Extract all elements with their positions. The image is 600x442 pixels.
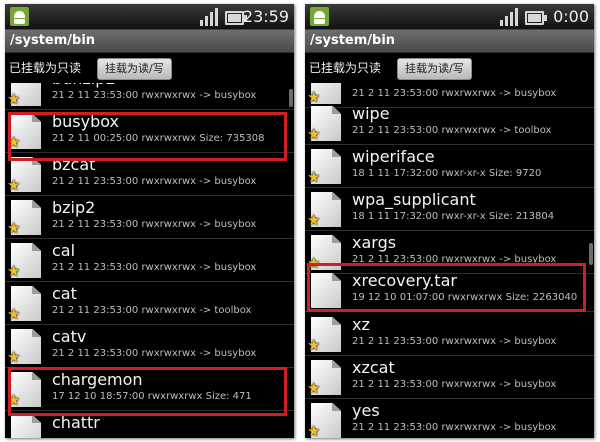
star-badge-icon: ★ (7, 262, 21, 280)
file-name: xz (352, 315, 370, 334)
file-meta: 18 1 11 17:32:00 rwxr-xr-x Size: 9720 (352, 168, 542, 179)
file-meta: 21 2 11 23:53:00 rwxrwxrwx -> busybox (52, 90, 257, 101)
status-bar: 0:00 (305, 4, 594, 30)
status-clock: 0:00 (553, 7, 589, 26)
highlight-box-chargemon (8, 367, 287, 416)
star-badge-icon: ★ (307, 168, 321, 186)
scrollbar[interactable] (289, 89, 293, 107)
file-name: chattr (52, 413, 100, 432)
android-icon (10, 7, 29, 26)
phone-screen-right: 0:00 /system/bin 已挂载为只读 挂载为读/写 ★ 21 2 11… (305, 4, 594, 438)
list-item[interactable]: ★ yes 21 2 11 23:53:00 rwxrwxrwx -> busy… (305, 399, 594, 438)
star-badge-icon: ★ (307, 125, 321, 143)
star-badge-icon: ★ (307, 422, 321, 438)
list-item[interactable]: ★ bzip2 21 2 11 23:53:00 rwxrwxrwx -> bu… (5, 196, 294, 239)
file-name: bzip2 (52, 198, 96, 217)
star-badge-icon: ★ (7, 90, 21, 108)
list-item[interactable]: ★ catv 21 2 11 23:53:00 rwxrwxrwx -> bus… (5, 325, 294, 368)
file-name: catv (52, 327, 87, 346)
status-bar: 23:59 (5, 4, 294, 30)
list-item[interactable]: ★ wipe 21 2 11 23:53:00 rwxrwxrwx -> too… (305, 102, 594, 145)
star-badge-icon: ★ (307, 336, 321, 354)
file-meta: 21 2 11 23:53:00 rwxrwxrwx -> busybox (352, 422, 557, 433)
mount-status-label: 已挂载为只读 (309, 61, 382, 75)
mount-rw-button[interactable]: 挂载为读/写 (397, 58, 472, 80)
star-badge-icon: ★ (307, 379, 321, 397)
star-badge-icon: ★ (7, 176, 21, 194)
file-name: xargs (352, 233, 397, 252)
file-name: yes (352, 401, 380, 420)
scrollbar[interactable] (589, 243, 593, 265)
mount-bar: 已挂载为只读 挂载为读/写 (5, 53, 294, 83)
star-badge-icon: ★ (307, 211, 321, 229)
battery-icon (525, 11, 547, 25)
list-item[interactable]: ★ xz 21 2 11 23:53:00 rwxrwxrwx -> busyb… (305, 313, 594, 356)
list-item[interactable]: ★ bunzip2 21 2 11 23:53:00 rwxrwxrwx -> … (5, 83, 294, 110)
path-bar: /system/bin (5, 30, 294, 53)
phone-screen-left: 23:59 /system/bin 已挂载为只读 挂载为读/写 ★ bunzip… (5, 4, 294, 438)
mount-bar: 已挂载为只读 挂载为读/写 (305, 53, 594, 83)
star-badge-icon: ★ (7, 348, 21, 366)
file-meta: 21 2 11 23:53:00 rwxrwxrwx -> busybox (352, 336, 557, 347)
mount-rw-button[interactable]: 挂载为读/写 (97, 58, 172, 80)
file-meta: 21 2 11 23:53:00 rwxrwxrwx -> busybox (52, 219, 257, 230)
file-name: cal (52, 241, 76, 260)
file-meta: 21 2 11 23:53:00 rwxrwxrwx -> busybox (52, 348, 257, 359)
highlight-box-xrecovery (307, 263, 586, 312)
file-meta: 21 2 11 23:53:00 rwxrwxrwx -> busybox (352, 379, 557, 390)
mount-status-label: 已挂载为只读 (9, 61, 82, 75)
android-icon (310, 7, 329, 26)
file-name: xzcat (352, 358, 395, 377)
file-meta: 21 2 11 23:53:00 rwxrwxrwx -> toolbox (352, 125, 552, 136)
file-name: wipe (352, 104, 390, 123)
list-item[interactable]: ★ xzcat 21 2 11 23:53:00 rwxrwxrwx -> bu… (305, 356, 594, 399)
status-clock: 23:59 (242, 7, 289, 26)
file-name: wpa_supplicant (352, 190, 476, 209)
signal-icon (500, 8, 520, 26)
list-item[interactable]: ★ cal 21 2 11 23:53:00 rwxrwxrwx -> busy… (5, 239, 294, 282)
list-item[interactable]: ★ wiperiface 18 1 11 17:32:00 rwxr-xr-x … (305, 145, 594, 188)
file-meta: 21 2 11 23:53:00 rwxrwxrwx -> busybox (52, 176, 257, 187)
file-meta: 21 2 11 23:53:00 rwxrwxrwx -> busybox (52, 262, 257, 273)
file-meta: 21 2 11 23:53:00 rwxrwxrwx -> busybox (352, 88, 557, 99)
signal-icon (200, 8, 220, 26)
path-bar: /system/bin (305, 30, 594, 53)
current-path: /system/bin (310, 33, 396, 48)
star-badge-icon: ★ (7, 305, 21, 323)
file-meta: 21 2 11 23:53:00 rwxrwxrwx -> toolbox (52, 305, 252, 316)
list-item[interactable]: ★ wpa_supplicant 18 1 11 17:32:00 rwxr-x… (305, 188, 594, 231)
file-icon (11, 415, 41, 438)
list-item[interactable]: ★ cat 21 2 11 23:53:00 rwxrwxrwx -> tool… (5, 282, 294, 325)
file-name: wiperiface (352, 147, 435, 166)
file-name: bunzip2 (52, 83, 116, 89)
battery-icon (225, 11, 247, 25)
file-list[interactable]: ★ 21 2 11 23:53:00 rwxrwxrwx -> busybox … (305, 83, 594, 438)
star-badge-icon: ★ (7, 219, 21, 237)
file-name: cat (52, 284, 77, 303)
file-meta: 18 1 11 17:32:00 rwxr-xr-x Size: 213804 (352, 211, 555, 222)
highlight-box-busybox (8, 112, 287, 161)
current-path: /system/bin (10, 33, 96, 48)
